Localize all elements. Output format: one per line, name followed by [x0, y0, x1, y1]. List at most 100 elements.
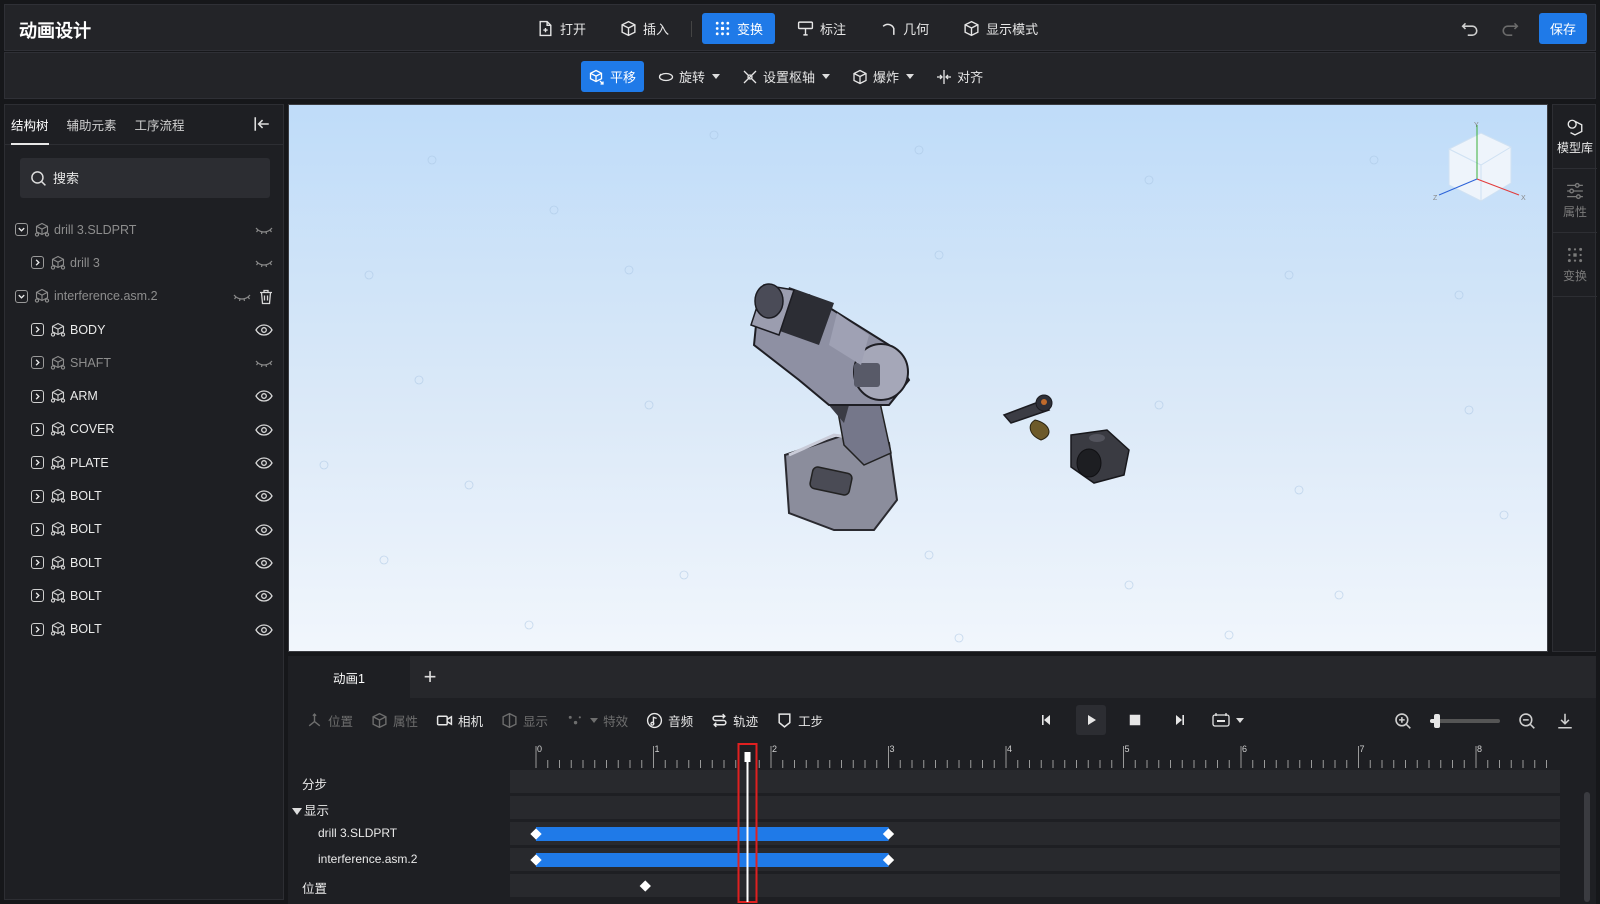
playback-mode-dropdown[interactable] [1208, 705, 1248, 735]
3d-viewport[interactable]: Y X Z [288, 104, 1548, 652]
timeline-row-label[interactable]: 位置 [302, 878, 327, 897]
zoom-out-button[interactable] [1516, 710, 1538, 732]
tree-node[interactable]: ARM [5, 379, 283, 412]
timeline-track-area[interactable]: 0 1 2 3 4 5 6 7 8 [510, 742, 1560, 904]
expand-toggle-icon[interactable] [31, 522, 44, 536]
annotate-button[interactable]: 标注 [785, 13, 858, 44]
structure-panel: 结构树 辅助元素 工序流程 drill 3.SLDPRT drill 3 inter… [4, 104, 284, 900]
stop-button[interactable] [1120, 705, 1150, 735]
insert-button[interactable]: 插入 [608, 13, 681, 44]
tree-node[interactable]: BODY [5, 313, 283, 346]
zoom-slider-knob[interactable] [1434, 714, 1440, 728]
properties-button[interactable]: 属性 [1553, 169, 1597, 233]
expand-toggle-icon[interactable] [31, 389, 44, 403]
eye-icon[interactable] [255, 455, 273, 471]
tree-node[interactable]: BOLT [5, 546, 283, 579]
eye-closed-icon[interactable] [255, 355, 273, 371]
tab-auxiliary[interactable]: 辅助元素 [67, 115, 117, 144]
tree-node[interactable]: BOLT [5, 579, 283, 612]
position-button[interactable]: 位置 [306, 711, 353, 730]
download-button[interactable] [1554, 710, 1576, 732]
timeline-row-label[interactable]: interference.asm.2 [318, 852, 417, 866]
save-button[interactable]: 保存 [1539, 13, 1587, 44]
expand-toggle-icon[interactable] [31, 323, 44, 337]
rotate-icon [658, 72, 674, 81]
tree-node[interactable]: PLATE [5, 446, 283, 479]
search-input[interactable] [53, 170, 253, 186]
tree-node[interactable]: BOLT [5, 613, 283, 646]
expand-toggle-icon[interactable] [31, 556, 44, 570]
tab-process-flow[interactable]: 工序流程 [135, 115, 185, 144]
eye-icon[interactable] [255, 555, 273, 571]
timeline-row-label[interactable]: 显示 [292, 800, 329, 819]
eye-icon[interactable] [255, 388, 273, 404]
add-animation-button[interactable]: + [410, 656, 450, 698]
expand-toggle-icon[interactable] [31, 456, 44, 470]
tree-node-label: interference.asm.2 [54, 289, 158, 304]
tree-node[interactable]: interference.asm.2 [5, 280, 283, 313]
drill-model [750, 283, 911, 531]
zoom-slider[interactable] [1430, 714, 1500, 728]
expand-toggle-icon[interactable] [31, 256, 44, 270]
pivot-dropdown[interactable]: 设置枢轴 [734, 61, 838, 92]
timeline-row-label[interactable]: drill 3.SLDPRT [318, 826, 397, 840]
collapse-toggle-icon[interactable] [15, 289, 28, 303]
tree-node[interactable]: SHAFT [5, 346, 283, 379]
expand-toggle-icon[interactable] [31, 622, 44, 636]
play-button[interactable] [1076, 705, 1106, 735]
separator [691, 20, 693, 37]
expand-toggle-icon[interactable] [31, 589, 44, 603]
redo-button[interactable] [1499, 18, 1521, 40]
eye-closed-icon[interactable] [233, 289, 251, 305]
eye-icon[interactable] [255, 622, 273, 638]
previous-frame-button[interactable] [1032, 705, 1062, 735]
eye-icon[interactable] [255, 522, 273, 538]
transform-rail-button[interactable]: 变换 [1553, 233, 1597, 297]
expand-toggle-icon[interactable] [31, 489, 44, 503]
expand-toggle-icon[interactable] [31, 422, 44, 436]
eye-closed-icon[interactable] [255, 222, 273, 238]
ruler-label: 3 [890, 744, 895, 754]
tree-node[interactable]: drill 3 [5, 246, 283, 279]
effects-button[interactable]: 特效 [566, 711, 628, 730]
delete-icon[interactable] [259, 289, 273, 305]
tab-animation-1[interactable]: 动画1 [288, 656, 410, 698]
eye-closed-icon[interactable] [255, 255, 273, 271]
next-frame-button[interactable] [1164, 705, 1194, 735]
expand-toggle-icon[interactable] [31, 356, 44, 370]
view-cube[interactable]: Y X Z [1431, 119, 1531, 215]
tree-node[interactable]: drill 3.SLDPRT [5, 213, 283, 246]
align-button[interactable]: 对齐 [928, 61, 991, 92]
tree-node[interactable]: BOLT [5, 513, 283, 546]
tree-node[interactable]: COVER [5, 413, 283, 446]
rotate-dropdown[interactable]: 旋转 [650, 61, 728, 92]
timeline-row-label[interactable]: 分步 [302, 774, 327, 793]
transform-button[interactable]: 变换 [702, 13, 776, 44]
caret-down-icon[interactable] [292, 808, 302, 815]
timeline-row-text: 分步 [302, 778, 328, 792]
zoom-in-button[interactable] [1392, 710, 1414, 732]
display-button[interactable]: 显示 [501, 711, 548, 730]
eye-icon[interactable] [255, 322, 273, 338]
step-button[interactable]: 工步 [776, 711, 823, 730]
geometry-button[interactable]: 几何 [868, 13, 941, 44]
audio-button[interactable]: 音频 [646, 711, 693, 730]
tree-node[interactable]: BOLT [5, 479, 283, 512]
collapse-toggle-icon[interactable] [15, 223, 28, 237]
eye-icon[interactable] [255, 422, 273, 438]
display-mode-button[interactable]: 显示模式 [951, 13, 1050, 44]
attribute-button[interactable]: 属性 [371, 711, 418, 730]
timeline-scrollbar[interactable] [1584, 792, 1590, 902]
eye-icon[interactable] [255, 588, 273, 604]
open-button[interactable]: 打开 [525, 13, 598, 44]
eye-icon[interactable] [255, 488, 273, 504]
explode-dropdown[interactable]: 爆炸 [844, 61, 922, 92]
tree-node-label: BOLT [70, 489, 102, 504]
tab-structure-tree[interactable]: 结构树 [11, 115, 49, 145]
model-library-button[interactable]: 模型库 [1553, 105, 1597, 169]
translate-button[interactable]: 平移 [581, 61, 645, 92]
undo-button[interactable] [1459, 18, 1481, 40]
trajectory-button[interactable]: 轨迹 [711, 711, 758, 730]
collapse-panel-icon[interactable] [253, 115, 271, 136]
camera-button[interactable]: 相机 [436, 711, 483, 730]
